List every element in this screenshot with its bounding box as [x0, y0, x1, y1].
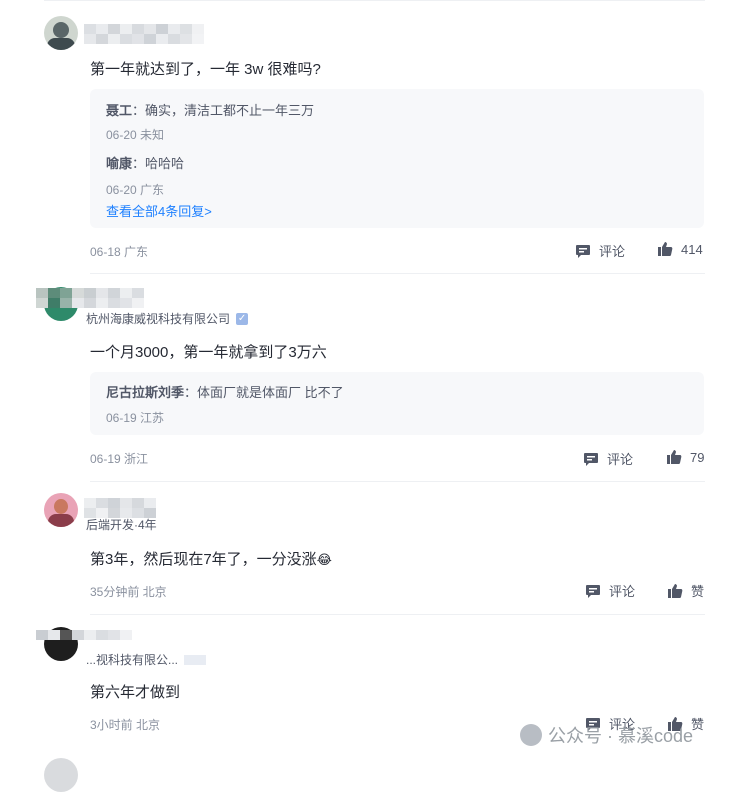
comment-label: 评论	[607, 452, 634, 467]
comment-button[interactable]: 评论	[585, 581, 635, 600]
comment-icon	[585, 583, 601, 599]
blurred-username	[36, 630, 132, 640]
comment-meta: 06-18 广东	[90, 245, 149, 259]
reply-author[interactable]: 聂工	[106, 103, 132, 118]
like-count: 414	[681, 241, 703, 257]
watermark-text: 公众号 · 慕溪code	[548, 726, 694, 746]
comment-icon	[575, 243, 591, 259]
reply-text: 哈哈哈	[145, 156, 185, 171]
avatar[interactable]	[44, 493, 78, 527]
reply-separator: ：	[184, 385, 198, 400]
like-button[interactable]: 赞	[667, 581, 704, 600]
like-count: 79	[690, 449, 705, 465]
comment-button[interactable]: 评论	[583, 449, 633, 468]
org-name: ...视科技有限公...	[86, 653, 179, 667]
blurred-badge	[184, 654, 207, 665]
reply-text: 体面厂就是体面厂 比不了	[197, 385, 344, 400]
reply-separator: ：	[132, 103, 146, 118]
avatar[interactable]	[44, 16, 78, 50]
blurred-username	[84, 498, 156, 518]
verified-badge-icon: ✓	[236, 312, 249, 325]
comment-meta: 06-19 浙江	[90, 452, 149, 466]
reply-item: 尼古拉斯刘季：体面厂就是体面厂 比不了	[106, 382, 344, 401]
comment-meta: 3小时前 北京	[90, 718, 161, 732]
thumbs-up-icon	[657, 241, 673, 257]
like-button[interactable]: 79	[666, 449, 704, 465]
comment-icon	[583, 451, 599, 467]
reply-box: 聂工：确实，清洁工都不止一年三万 06-20 未知 喻康：哈哈哈 06-20 广…	[90, 89, 704, 228]
reply-author[interactable]: 尼古拉斯刘季	[106, 385, 184, 400]
reply-item: 喻康：哈哈哈	[106, 153, 184, 172]
top-divider	[44, 0, 705, 1]
org-name: 杭州海康威视科技有限公司	[86, 312, 231, 326]
thumbs-up-icon	[666, 449, 682, 465]
blurred-username	[84, 24, 204, 44]
reply-separator: ：	[132, 156, 146, 171]
comment-meta: 35分钟前 北京	[90, 585, 167, 599]
divider	[90, 273, 705, 274]
author-title: 后端开发·4年	[86, 516, 157, 533]
author-org: ...视科技有限公...	[86, 651, 207, 668]
author-title-text: 后端开发·4年	[86, 518, 157, 532]
comment-label: 评论	[599, 244, 626, 259]
like-label: 赞	[691, 584, 705, 599]
reply-author[interactable]: 喻康	[106, 156, 132, 171]
reply-item: 聂工：确实，清洁工都不止一年三万	[106, 100, 314, 119]
comment-text: 第3年，然后现在7年了，一分没涨😂	[90, 548, 332, 569]
reply-box: 尼古拉斯刘季：体面厂就是体面厂 比不了 06-19 江苏	[90, 372, 704, 435]
comment-text-body: 第3年，然后现在7年了，一分没涨	[90, 551, 317, 568]
comment-text: 第一年就达到了，一年 3w 很难吗?	[90, 61, 321, 78]
divider	[90, 481, 705, 482]
comment-button[interactable]: 评论	[575, 241, 625, 260]
laughing-emoji-icon: 😂	[316, 552, 332, 567]
comment-text: 第六年才做到	[90, 684, 181, 701]
reply-meta: 06-20 未知	[106, 128, 165, 142]
blurred-username	[36, 288, 144, 308]
reply-meta: 06-20 广东	[106, 183, 165, 197]
next-avatar-partial	[44, 758, 78, 792]
reply-meta: 06-19 江苏	[106, 411, 165, 425]
reply-text: 确实，清洁工都不止一年三万	[145, 103, 315, 118]
divider	[90, 614, 705, 615]
like-button[interactable]: 414	[657, 241, 703, 257]
comment-text: 一个月3000，第一年就拿到了3万六	[90, 344, 327, 361]
view-all-replies-link[interactable]: 查看全部4条回复>	[106, 201, 212, 220]
author-org: 杭州海康威视科技有限公司 ✓	[86, 310, 249, 327]
thumbs-up-icon	[667, 583, 683, 599]
watermark: 公众号 · 慕溪code	[520, 722, 693, 748]
wechat-official-account-icon	[520, 724, 542, 746]
comment-label: 评论	[609, 584, 636, 599]
